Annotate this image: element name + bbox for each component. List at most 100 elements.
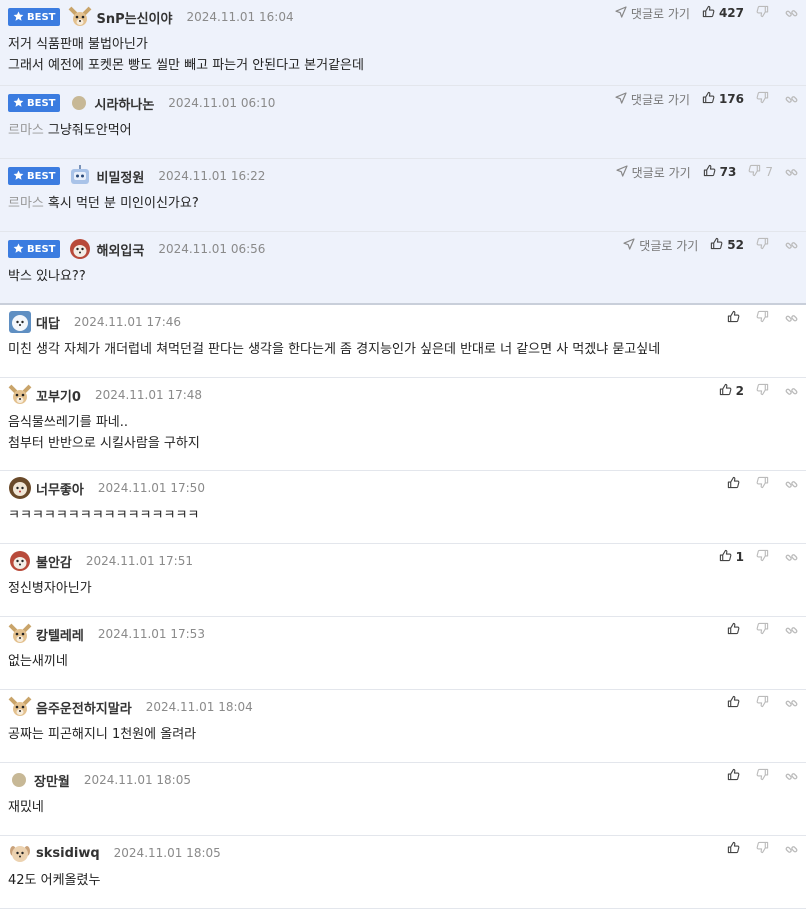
- upvote-button[interactable]: [727, 310, 744, 326]
- thumbs-down-icon: [756, 622, 769, 638]
- downvote-button[interactable]: 7: [748, 164, 773, 180]
- avatar[interactable]: [8, 695, 32, 719]
- avatar[interactable]: [12, 773, 26, 787]
- nickname[interactable]: 꼬부기0: [36, 386, 81, 405]
- upvote-button[interactable]: [727, 841, 744, 857]
- goto-comment-link[interactable]: 댓글로 가기: [623, 237, 698, 254]
- avatar[interactable]: [72, 96, 87, 110]
- comment-body: 르마스 혹시 먹던 분 미인이신가요?: [8, 193, 798, 214]
- nickname[interactable]: 너무좋아: [36, 479, 84, 498]
- thumbs-down-icon: [756, 695, 769, 711]
- link-icon[interactable]: [785, 551, 798, 564]
- link-icon[interactable]: [785, 166, 798, 179]
- nickname[interactable]: 불안감: [36, 552, 72, 571]
- comment: sksidiwq 2024.11.01 18:05 42도 어케올렸누: [0, 836, 806, 909]
- comment-body: 없는새끼네: [8, 651, 798, 672]
- avatar[interactable]: [8, 622, 32, 646]
- avatar[interactable]: [68, 164, 92, 188]
- nickname[interactable]: 대답: [36, 313, 60, 332]
- link-icon[interactable]: [785, 843, 798, 856]
- comment-actions: [727, 305, 798, 331]
- comment-text: 박스 있나요??: [8, 269, 86, 284]
- goto-comment-link[interactable]: 댓글로 가기: [616, 164, 691, 181]
- downvote-button[interactable]: [756, 695, 773, 711]
- avatar[interactable]: [8, 383, 32, 407]
- avatar[interactable]: [8, 310, 32, 334]
- downvote-button[interactable]: [756, 768, 773, 784]
- nickname[interactable]: 비밀정원: [96, 167, 144, 186]
- thumbs-down-icon: [756, 5, 769, 21]
- upvote-button[interactable]: 73: [703, 164, 736, 180]
- upvote-button[interactable]: [727, 768, 744, 784]
- upvote-button[interactable]: [727, 622, 744, 638]
- nickname[interactable]: sksidiwq: [36, 846, 100, 861]
- send-icon: [615, 5, 627, 21]
- comment: 불안감 2024.11.01 17:51 1 정신병자아닌가: [0, 544, 806, 617]
- nickname[interactable]: 해외입국: [96, 240, 144, 259]
- best-badge-label: BEST: [27, 170, 56, 182]
- comment-actions: [727, 690, 798, 716]
- goto-comment-link[interactable]: 댓글로 가기: [615, 91, 690, 108]
- comment-actions: 댓글로 가기 73 7: [616, 159, 798, 185]
- comment: 장만월 2024.11.01 18:05 재밌네: [0, 763, 806, 836]
- downvote-button[interactable]: [756, 549, 773, 565]
- link-icon[interactable]: [785, 385, 798, 398]
- upvote-button[interactable]: 2: [719, 383, 744, 399]
- upvote-button[interactable]: 1: [719, 549, 744, 565]
- upvote-count: 52: [727, 238, 744, 252]
- link-icon[interactable]: [785, 93, 798, 106]
- comment-body: 박스 있나요??: [8, 266, 798, 287]
- comment-body: 미친 생각 자체가 개더럽네 쳐먹던걸 판다는 생각을 한다는게 좀 경지능인가…: [8, 339, 798, 360]
- downvote-button[interactable]: [756, 310, 773, 326]
- avatar[interactable]: [8, 476, 32, 500]
- nickname[interactable]: 캉텔레레: [36, 625, 84, 644]
- link-icon[interactable]: [785, 239, 798, 252]
- upvote-button[interactable]: [727, 476, 744, 492]
- upvote-count: 1: [735, 550, 744, 564]
- link-icon[interactable]: [785, 624, 798, 637]
- downvote-count: 7: [765, 165, 773, 179]
- comment-body: 음식물쓰레기를 파네.. 첨부터 반반으로 시킬사람을 구하지: [8, 412, 798, 454]
- downvote-button[interactable]: [756, 91, 773, 107]
- upvote-button[interactable]: [727, 695, 744, 711]
- upvote-button[interactable]: 176: [702, 91, 744, 107]
- nickname[interactable]: 음주운전하지말라: [36, 698, 132, 717]
- downvote-button[interactable]: [756, 841, 773, 857]
- link-icon[interactable]: [785, 770, 798, 783]
- nickname[interactable]: SnP는신이야: [96, 8, 172, 27]
- avatar[interactable]: [8, 549, 32, 573]
- best-badge: BEST: [8, 240, 61, 258]
- comment-actions: 댓글로 가기 52: [623, 232, 798, 258]
- downvote-button[interactable]: [756, 476, 773, 492]
- comment-text: 첨부터 반반으로 시킬사람을 구하지: [8, 436, 200, 451]
- comment: 너무좋아 2024.11.01 17:50 ㅋㅋㅋㅋㅋㅋㅋㅋㅋㅋㅋㅋㅋㅋㅋㅋ: [0, 471, 806, 544]
- nickname[interactable]: 장만월: [34, 771, 70, 790]
- goto-comment-link[interactable]: 댓글로 가기: [615, 5, 690, 22]
- avatar[interactable]: [8, 841, 32, 865]
- upvote-count: 176: [718, 92, 744, 106]
- comment-actions: 댓글로 가기 427: [615, 0, 798, 26]
- downvote-button[interactable]: [756, 237, 773, 253]
- upvote-button[interactable]: 52: [710, 237, 744, 253]
- link-icon[interactable]: [785, 7, 798, 20]
- downvote-button[interactable]: [756, 5, 773, 21]
- thumbs-up-icon: [727, 841, 740, 857]
- best-badge: BEST: [8, 94, 61, 112]
- comment: 꼬부기0 2024.11.01 17:48 2 음식물쓰레기를 파네.. 첨부터 반반으…: [0, 378, 806, 471]
- avatar[interactable]: [68, 237, 92, 261]
- best-badge: BEST: [8, 8, 61, 26]
- link-icon[interactable]: [785, 697, 798, 710]
- avatar[interactable]: [68, 5, 92, 29]
- downvote-button[interactable]: [756, 383, 773, 399]
- comment-date: 2024.11.01 17:50: [97, 481, 205, 495]
- comment-text: 그래서 예전에 포켓몬 빵도 씰만 빼고 파는거 안된다고 본거같은데: [8, 58, 364, 73]
- nickname[interactable]: 시라하나논: [94, 94, 154, 113]
- send-icon: [623, 237, 635, 253]
- link-icon[interactable]: [785, 312, 798, 325]
- upvote-button[interactable]: 427: [702, 5, 744, 21]
- downvote-button[interactable]: [756, 622, 773, 638]
- comment-text: 공짜는 피곤해지니 1천원에 올려라: [8, 727, 197, 742]
- link-icon[interactable]: [785, 478, 798, 491]
- mention-tag: 르마스: [8, 196, 44, 211]
- comment-header: 대답 2024.11.01 17:46: [8, 311, 798, 333]
